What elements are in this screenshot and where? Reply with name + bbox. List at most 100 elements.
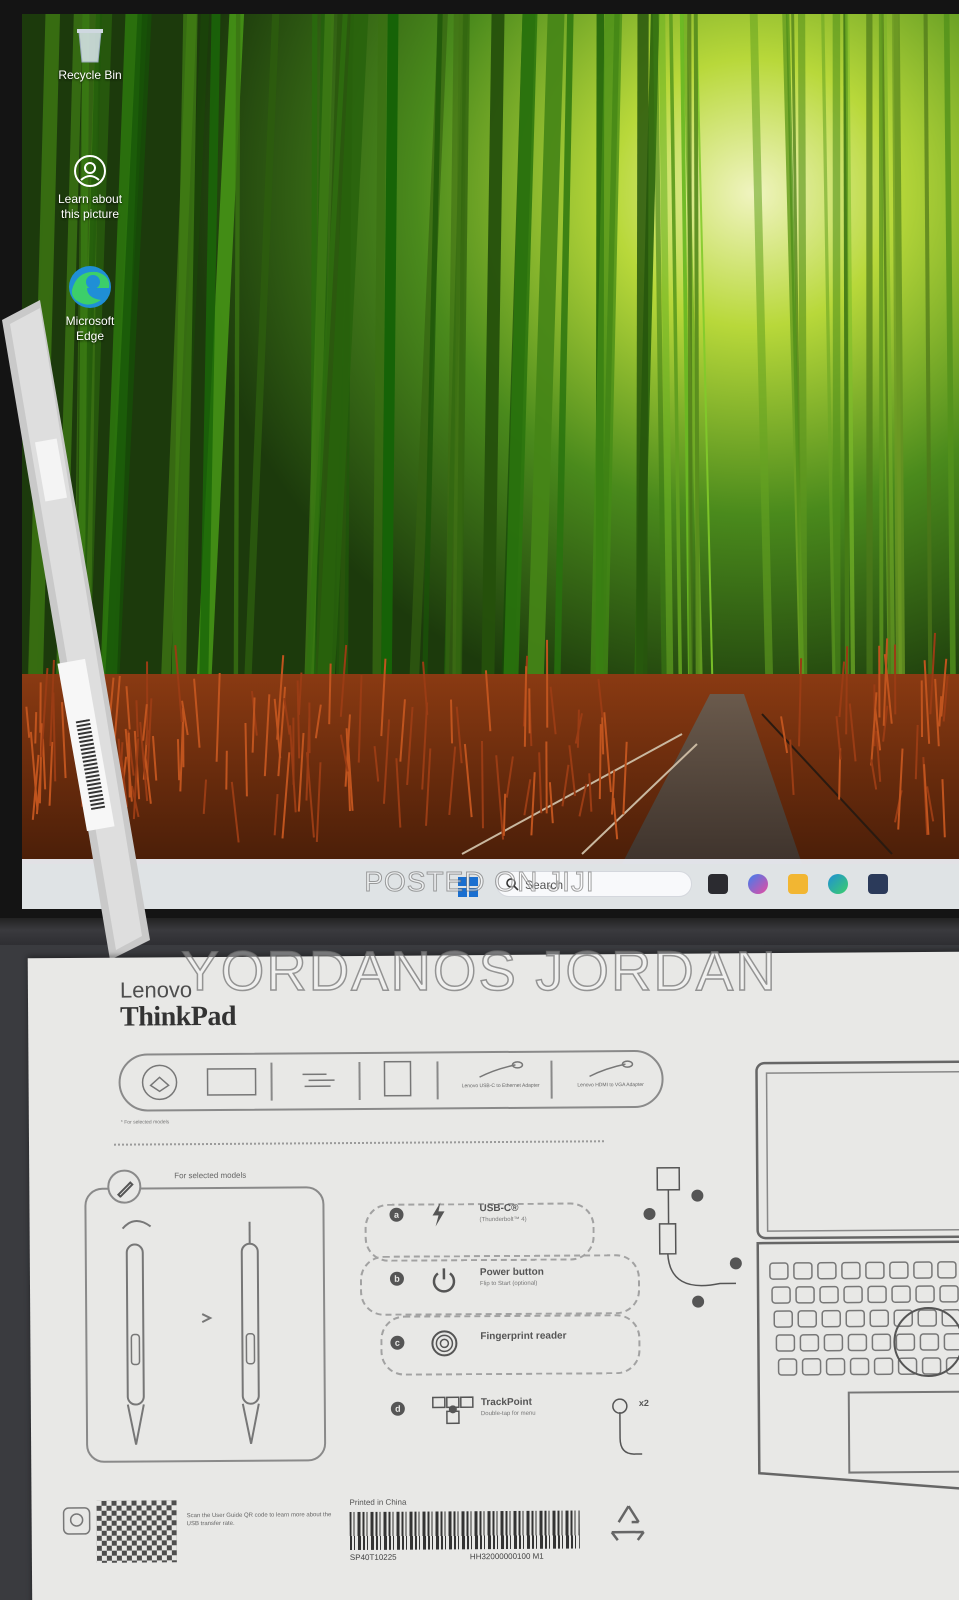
bamboo-stalk <box>832 14 841 714</box>
bamboo-stalk <box>878 14 884 714</box>
bamboo-wallpaper <box>22 14 959 909</box>
keyboard-key <box>867 1285 887 1304</box>
fingerprint-icon <box>431 1330 458 1357</box>
keyboard-key <box>795 1286 815 1304</box>
face-scan-icon <box>62 1507 91 1535</box>
feature-letter: c <box>390 1335 405 1350</box>
selected-models-label: For selected models <box>174 1170 247 1181</box>
grass-blade <box>845 646 849 735</box>
recycle-icon <box>610 1505 645 1541</box>
feature-title: TrackPoint <box>480 1396 532 1409</box>
laptop-icon <box>206 1067 257 1096</box>
thunderbolt-icon <box>432 1202 445 1227</box>
part-number-2: HH32000000100 M1 <box>469 1551 544 1562</box>
keyboard-key <box>943 1333 959 1351</box>
grass-blade <box>480 740 484 829</box>
desktop-icon-learn-about-picture[interactable]: Learn about this picture <box>40 154 140 222</box>
camera-icon <box>74 155 106 187</box>
accessory-bar: Lenovo USB-C to Ethernet Adapter Lenovo … <box>118 1049 664 1112</box>
keyboard-key <box>849 1357 870 1376</box>
keyboard-key <box>871 1333 892 1352</box>
trackpoint-icon <box>432 1396 474 1425</box>
grass-blade <box>502 793 507 836</box>
grass-blade <box>576 709 580 748</box>
accessory-label: Lenovo HDMI to VGA Adapter <box>577 1081 644 1089</box>
power-icon <box>432 1268 456 1293</box>
watermark-seller: YORDANOS JORDAN <box>181 938 778 1003</box>
keyboard-key <box>869 1309 890 1328</box>
keyboard-key <box>769 1262 789 1280</box>
dotted-rule <box>114 1140 605 1146</box>
barcode <box>349 1510 580 1551</box>
keyboard-key <box>913 1261 933 1279</box>
adapter-icon <box>589 1060 634 1078</box>
cable-icon <box>302 1073 335 1088</box>
grass-blade <box>601 717 605 755</box>
tap-count: x2 <box>638 1397 649 1409</box>
qr-code <box>96 1500 177 1563</box>
desktop-icon-label: Recycle Bin <box>58 68 122 82</box>
keyboard-key <box>847 1333 868 1352</box>
pen-diagram <box>121 1220 260 1445</box>
keyboard-key <box>865 1261 885 1280</box>
accessory-label: Lenovo USB-C to Ethernet Adapter <box>461 1082 540 1090</box>
keyboard-key <box>819 1285 839 1304</box>
charging-diagram <box>643 1166 742 1308</box>
keyboard-key <box>845 1309 866 1328</box>
keyboard-key <box>843 1285 863 1304</box>
keyboard-key <box>891 1285 911 1303</box>
recycle-bin-icon <box>77 29 103 63</box>
quick-start-guide: Lenovo ThinkPad Lenovo USB-C to Ethernet… <box>27 951 959 1600</box>
feature-sub: (Thunderbolt™ 4) <box>479 1216 527 1224</box>
keyboard-key <box>917 1309 938 1327</box>
adapter-icon <box>479 1061 524 1078</box>
keyboard-key <box>771 1286 791 1304</box>
grass-blade <box>176 739 181 781</box>
feature-sub: Flip to Start (optional) <box>479 1280 538 1288</box>
keyboard-key <box>915 1285 935 1303</box>
keyboard-key <box>921 1357 942 1375</box>
printed-in: Printed in China <box>349 1497 407 1508</box>
keyboard-key <box>793 1262 813 1280</box>
divider <box>436 1061 439 1100</box>
keyboard-key <box>873 1357 894 1376</box>
feature-letter: d <box>390 1401 405 1416</box>
feature-title: Power button <box>479 1266 544 1279</box>
keyboard-key <box>825 1357 846 1376</box>
laptop-screen: Recycle Bin Learn about this picture Mic… <box>22 14 959 909</box>
accessory-ethernet: Lenovo USB-C to Ethernet Adapter <box>450 1059 550 1102</box>
keyboard-key <box>801 1358 822 1376</box>
feature-sub: Double-tap for menu <box>480 1410 536 1418</box>
desktop-icon-recycle-bin[interactable]: Recycle Bin <box>40 24 140 83</box>
stylus-pen <box>2 300 150 960</box>
bamboo-stalk <box>866 14 873 714</box>
thinkpad-logo: ThinkPad <box>120 1000 237 1033</box>
pen-panel <box>84 1186 327 1463</box>
accessory-note: * For selected models <box>120 1119 170 1126</box>
divider <box>270 1062 273 1101</box>
grass-blade <box>598 724 602 800</box>
keyboard-key <box>895 1333 916 1351</box>
usb-note: Scan the User Guide QR code to learn mor… <box>186 1512 332 1528</box>
document-icon <box>383 1060 412 1097</box>
keyboard-key <box>777 1358 798 1376</box>
desktop-icon-label: Learn about this picture <box>57 192 123 221</box>
pen-icon <box>116 1181 134 1198</box>
keyboard-key <box>937 1261 957 1279</box>
divider <box>358 1061 361 1100</box>
accessory-vga: Lenovo HDMI to VGA Adapter <box>560 1058 660 1101</box>
keyboard-key <box>799 1334 820 1352</box>
keyboard-key <box>821 1309 842 1328</box>
watermark-posted: POSTED ON JIJI <box>364 866 595 898</box>
keyboard-key <box>775 1334 796 1352</box>
keyboard-key <box>919 1333 940 1351</box>
grass-blade <box>523 666 528 747</box>
feature-letter: a <box>389 1207 404 1222</box>
bamboo-stalk <box>636 14 649 714</box>
keyboard-key <box>939 1285 959 1303</box>
keyboard-key <box>797 1310 818 1328</box>
keyboard-key <box>773 1310 794 1328</box>
feature-letter: b <box>389 1271 405 1286</box>
photo-scene: Recycle Bin Learn about this picture Mic… <box>0 0 959 1600</box>
keyboard-key <box>841 1261 861 1280</box>
